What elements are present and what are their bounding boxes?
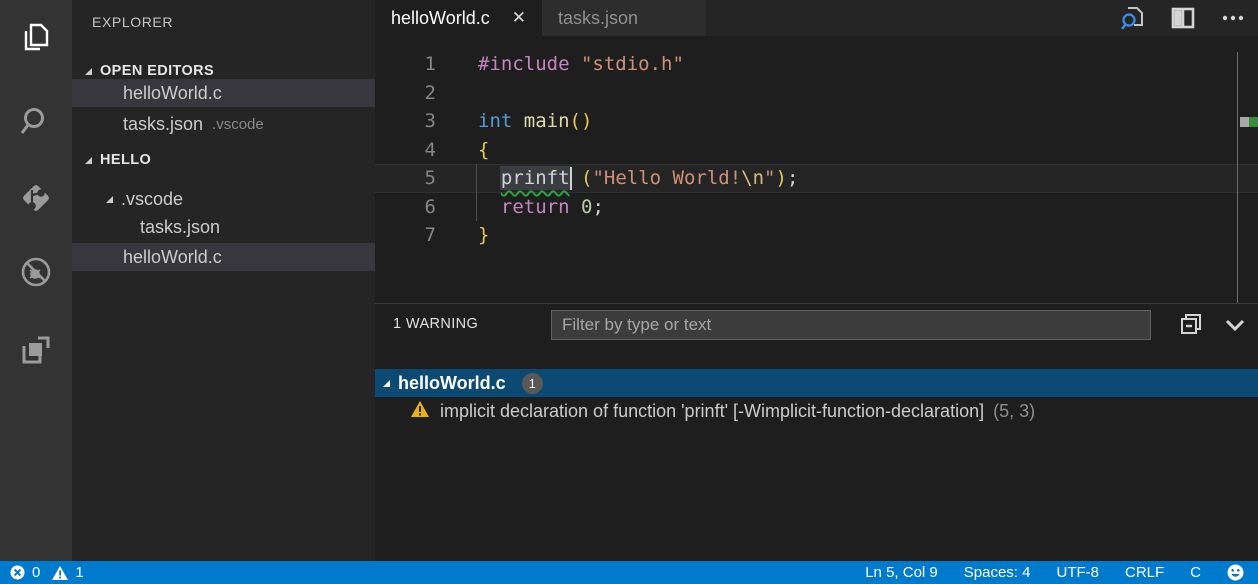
- debug-icon[interactable]: [0, 248, 72, 296]
- code-line: 4 {: [375, 136, 1258, 165]
- editor-actions: [1118, 0, 1248, 36]
- split-editor-icon[interactable]: [1168, 3, 1198, 33]
- activity-bar: [0, 0, 72, 561]
- problems-panel-header: 1 WARNING: [375, 304, 1258, 346]
- error-icon: [10, 565, 25, 580]
- problems-file-row[interactable]: helloWorld.c 1: [375, 369, 1258, 397]
- error-count: 0: [32, 564, 40, 581]
- overview-warning-marker: [1249, 117, 1258, 127]
- indentation-setting[interactable]: Spaces: 4: [964, 564, 1031, 581]
- tree-item-helloworld-c[interactable]: helloWorld.c: [72, 243, 375, 271]
- warning-count: 1: [75, 564, 83, 581]
- explorer-icon[interactable]: [0, 14, 72, 62]
- editor-region: helloWorld.c ✕ tasks.json: [375, 0, 1258, 561]
- indent-guide: [476, 193, 477, 222]
- indent-guide: [476, 164, 477, 193]
- twistie-expanded-icon: [106, 196, 113, 203]
- explorer-sidebar: EXPLORER OPEN EDITORS helloWorld.c tasks…: [72, 0, 375, 561]
- open-editor-helloworld[interactable]: helloWorld.c: [72, 79, 375, 107]
- twistie-expanded-icon: [85, 157, 92, 164]
- problems-status-button[interactable]: 0 1: [0, 564, 84, 581]
- search-icon[interactable]: [0, 98, 72, 146]
- scrollbar-ruler[interactable]: [1237, 52, 1238, 303]
- tab-helloworld-c[interactable]: helloWorld.c ✕: [375, 0, 542, 36]
- extensions-icon[interactable]: [0, 326, 72, 374]
- source-control-icon[interactable]: [0, 174, 72, 222]
- eol-setting[interactable]: CRLF: [1125, 564, 1164, 581]
- problems-warning-row[interactable]: implicit declaration of function 'prinft…: [375, 397, 1258, 425]
- more-actions-icon[interactable]: [1218, 3, 1248, 33]
- text-cursor: [570, 167, 572, 190]
- twistie-expanded-icon: [383, 380, 390, 387]
- feedback-smiley-icon[interactable]: [1227, 564, 1244, 581]
- encoding-setting[interactable]: UTF-8: [1056, 564, 1099, 581]
- warning-squiggle-token: prinft: [501, 167, 570, 189]
- code-editor[interactable]: 1 #include "stdio.h" 2 3 int main() 4 { …: [375, 36, 1258, 303]
- twistie-expanded-icon: [85, 68, 92, 75]
- code-line: 7 }: [375, 221, 1258, 250]
- language-mode[interactable]: C: [1190, 564, 1201, 581]
- problem-location: (5, 3): [993, 401, 1035, 422]
- tab-bar: helloWorld.c ✕ tasks.json: [375, 0, 1258, 36]
- code-line: 6 return 0;: [375, 193, 1258, 222]
- status-bar: 0 1 Ln 5, Col 9 Spaces: 4 UTF-8 CRLF C: [0, 561, 1258, 584]
- sidebar-title: EXPLORER: [92, 14, 173, 30]
- chevron-down-icon[interactable]: [1220, 309, 1250, 339]
- code-line: 1 #include "stdio.h": [375, 50, 1258, 79]
- open-editor-tasks[interactable]: tasks.json .vscode: [72, 110, 375, 138]
- code-line: 2: [375, 79, 1258, 108]
- vscode-window: EXPLORER OPEN EDITORS helloWorld.c tasks…: [0, 0, 1258, 584]
- warning-icon: [410, 400, 430, 423]
- problems-panel: 1 WARNING helloWorld.c 1: [375, 303, 1258, 561]
- find-in-file-icon[interactable]: [1118, 3, 1148, 33]
- tree-item-vscode-folder[interactable]: .vscode: [72, 185, 375, 213]
- problems-summary: 1 WARNING: [393, 316, 478, 332]
- cursor-position[interactable]: Ln 5, Col 9: [865, 564, 938, 581]
- problems-filter-input[interactable]: [551, 310, 1151, 340]
- code-line: 3 int main(): [375, 107, 1258, 136]
- problem-count-badge: 1: [522, 373, 543, 394]
- tab-tasks-json[interactable]: tasks.json: [542, 0, 706, 36]
- file-path-detail: .vscode: [212, 116, 264, 133]
- collapse-all-icon[interactable]: [1176, 309, 1206, 339]
- code-line-current: 5 prinft ("Hello World!\n");: [375, 164, 1258, 193]
- close-tab-icon[interactable]: ✕: [512, 8, 526, 28]
- overview-word-marker: [1240, 117, 1249, 127]
- warning-icon: [52, 566, 68, 580]
- tree-item-tasks-json[interactable]: tasks.json: [72, 213, 375, 241]
- folder-hello-header[interactable]: HELLO: [72, 146, 375, 174]
